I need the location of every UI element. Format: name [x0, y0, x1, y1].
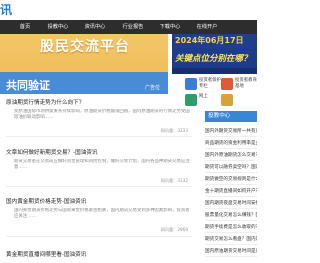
divider: [6, 136, 192, 137]
divider: [205, 136, 257, 137]
divider: [205, 160, 257, 161]
shield-icon: [185, 78, 197, 90]
divider: [205, 196, 257, 197]
sidebar-item[interactable]: 期货手续费是怎么收取的？国内外: [205, 224, 257, 230]
chart-icon: [221, 94, 233, 106]
list-item[interactable]: 原油期货行情走势为什么向下？ 受原油国际市场供需关系持续影响，原油期货价格震荡回…: [6, 98, 194, 133]
sidebar-item[interactable]: 国内期货夜盘交易时间安排？国内外: [205, 200, 257, 206]
sidebar-title: 投教中心: [205, 111, 257, 122]
nav-item-investor-education[interactable]: 投教中心: [40, 20, 76, 34]
article-views: 网讯量：2869: [160, 227, 188, 232]
article-summary: 受原油国际市场供需关系持续影响，原油期货价格震荡回落，国内原油期货的行情走势受国…: [14, 109, 190, 120]
divider: [6, 186, 192, 187]
sidebar: 投教中心 国内外期货交易所一共有几家？国内 商品期货的资金利用率是多少？国内 国…: [205, 111, 257, 263]
article-summary: 期货交易者在交易前应做好资金管理和风险控制，做好交易计划，国内各品种期货交易应注…: [14, 159, 190, 170]
main-nav: 首页 投教中心 资讯中心 行业报告 下载中心 在线开户: [0, 20, 257, 34]
divider: [205, 220, 257, 221]
sidebar-item[interactable]: 期货做空的交易规则是什么？国内外: [205, 176, 257, 182]
quick-link-sub: 专栏: [199, 83, 208, 89]
banner-watermark: 广告位: [145, 85, 161, 91]
article-title[interactable]: 黄金期货直播间哪里看-国油资讯: [6, 250, 194, 258]
sidebar-item[interactable]: 国内外期货交易所一共有几家？国内: [205, 128, 257, 134]
nav-item-downloads[interactable]: 下载中心: [152, 20, 188, 34]
divider: [205, 232, 257, 233]
article-views: 网讯量：3233: [160, 128, 188, 133]
sidebar-item[interactable]: 金十期货直播间如何开户？国内外: [205, 188, 257, 194]
sidebar-item[interactable]: 期货交易怎么看盘？国内外: [205, 236, 257, 242]
list-item[interactable]: 国内黄金期货价格走势-国油资讯 国内黄金期货价格走势与国际黄金价格紧密相关，国内…: [6, 197, 194, 232]
banner-date: 2024年06月17日: [175, 34, 255, 48]
article-list: 原油期货行情走势为什么向下？ 受原油国际市场供需关系持续影响，原油期货价格震荡回…: [0, 94, 195, 263]
banner-headline: 股民交流平台: [40, 39, 130, 55]
sidebar-item[interactable]: 股票量化交易怎么赚钱？国内外: [205, 212, 257, 218]
divider: [205, 256, 257, 257]
nav-item-news[interactable]: 资讯中心: [76, 20, 114, 34]
banner-slogan: 关键点位分别在哪？: [175, 54, 252, 64]
site-logo[interactable]: 讯: [0, 0, 18, 20]
article-summary: 国内黄金期货价格走势与国际黄金价格紧密相关，国内期货交易受到多种因素影响，投资者…: [14, 208, 190, 219]
nav-item-open-account[interactable]: 在线开户: [188, 20, 226, 34]
list-item[interactable]: 黄金期货直播间哪里看-国油资讯: [6, 250, 194, 258]
quick-link-label: 投资者保护: [199, 78, 221, 83]
divider: [205, 148, 257, 149]
quick-link-investor-protection[interactable]: 投资者保护 专栏: [185, 77, 221, 91]
divider: [205, 172, 257, 173]
banner-subheadline: 共同验证: [6, 79, 50, 92]
article-views: 网讯量：3132: [160, 178, 188, 183]
quick-link-label: 网上: [199, 94, 208, 99]
sidebar-item[interactable]: 国内原油期货交易时间是几点？国内: [205, 248, 257, 254]
quick-link-sub: 基地: [235, 83, 244, 89]
divider: [6, 236, 192, 237]
divider: [205, 208, 257, 209]
sidebar-item[interactable]: 国内外原油期货怎么交易？盘面如何看？: [205, 152, 257, 158]
quick-links: 投资者保护 专栏 投资者教育 基地 网上: [185, 77, 257, 109]
nav-item-home[interactable]: 首页: [10, 20, 40, 34]
quick-link-extra[interactable]: [221, 93, 257, 107]
article-title[interactable]: 原油期货行情走势为什么向下？: [6, 98, 194, 106]
article-title[interactable]: 文章如何做好新期货交易？-国油资讯: [6, 148, 194, 156]
date-banner[interactable]: 2024年06月17日 关键点位分别在哪？: [172, 34, 257, 74]
book-icon: [221, 78, 233, 90]
top-bar: 讯: [0, 0, 257, 20]
divider: [205, 184, 257, 185]
article-title[interactable]: 国内黄金期货价格走势-国油资讯: [6, 197, 194, 205]
sidebar-item[interactable]: 商品期货的资金利用率是多少？国内: [205, 140, 257, 146]
nav-item-reports[interactable]: 行业报告: [114, 20, 152, 34]
list-item[interactable]: 文章如何做好新期货交易？-国油资讯 期货交易者在交易前应做好资金管理和风险控制，…: [6, 148, 194, 183]
quick-link-investor-education[interactable]: 投资者教育 基地: [221, 77, 257, 91]
quick-link-label: 投资者教育: [235, 78, 257, 83]
banner-footer-band: [172, 68, 257, 74]
promo-banner[interactable]: 股民交流平台 共同验证 广告位: [0, 34, 168, 94]
divider: [205, 244, 257, 245]
sidebar-item[interactable]: 期货可以融券卖空吗？国内外: [205, 164, 257, 170]
